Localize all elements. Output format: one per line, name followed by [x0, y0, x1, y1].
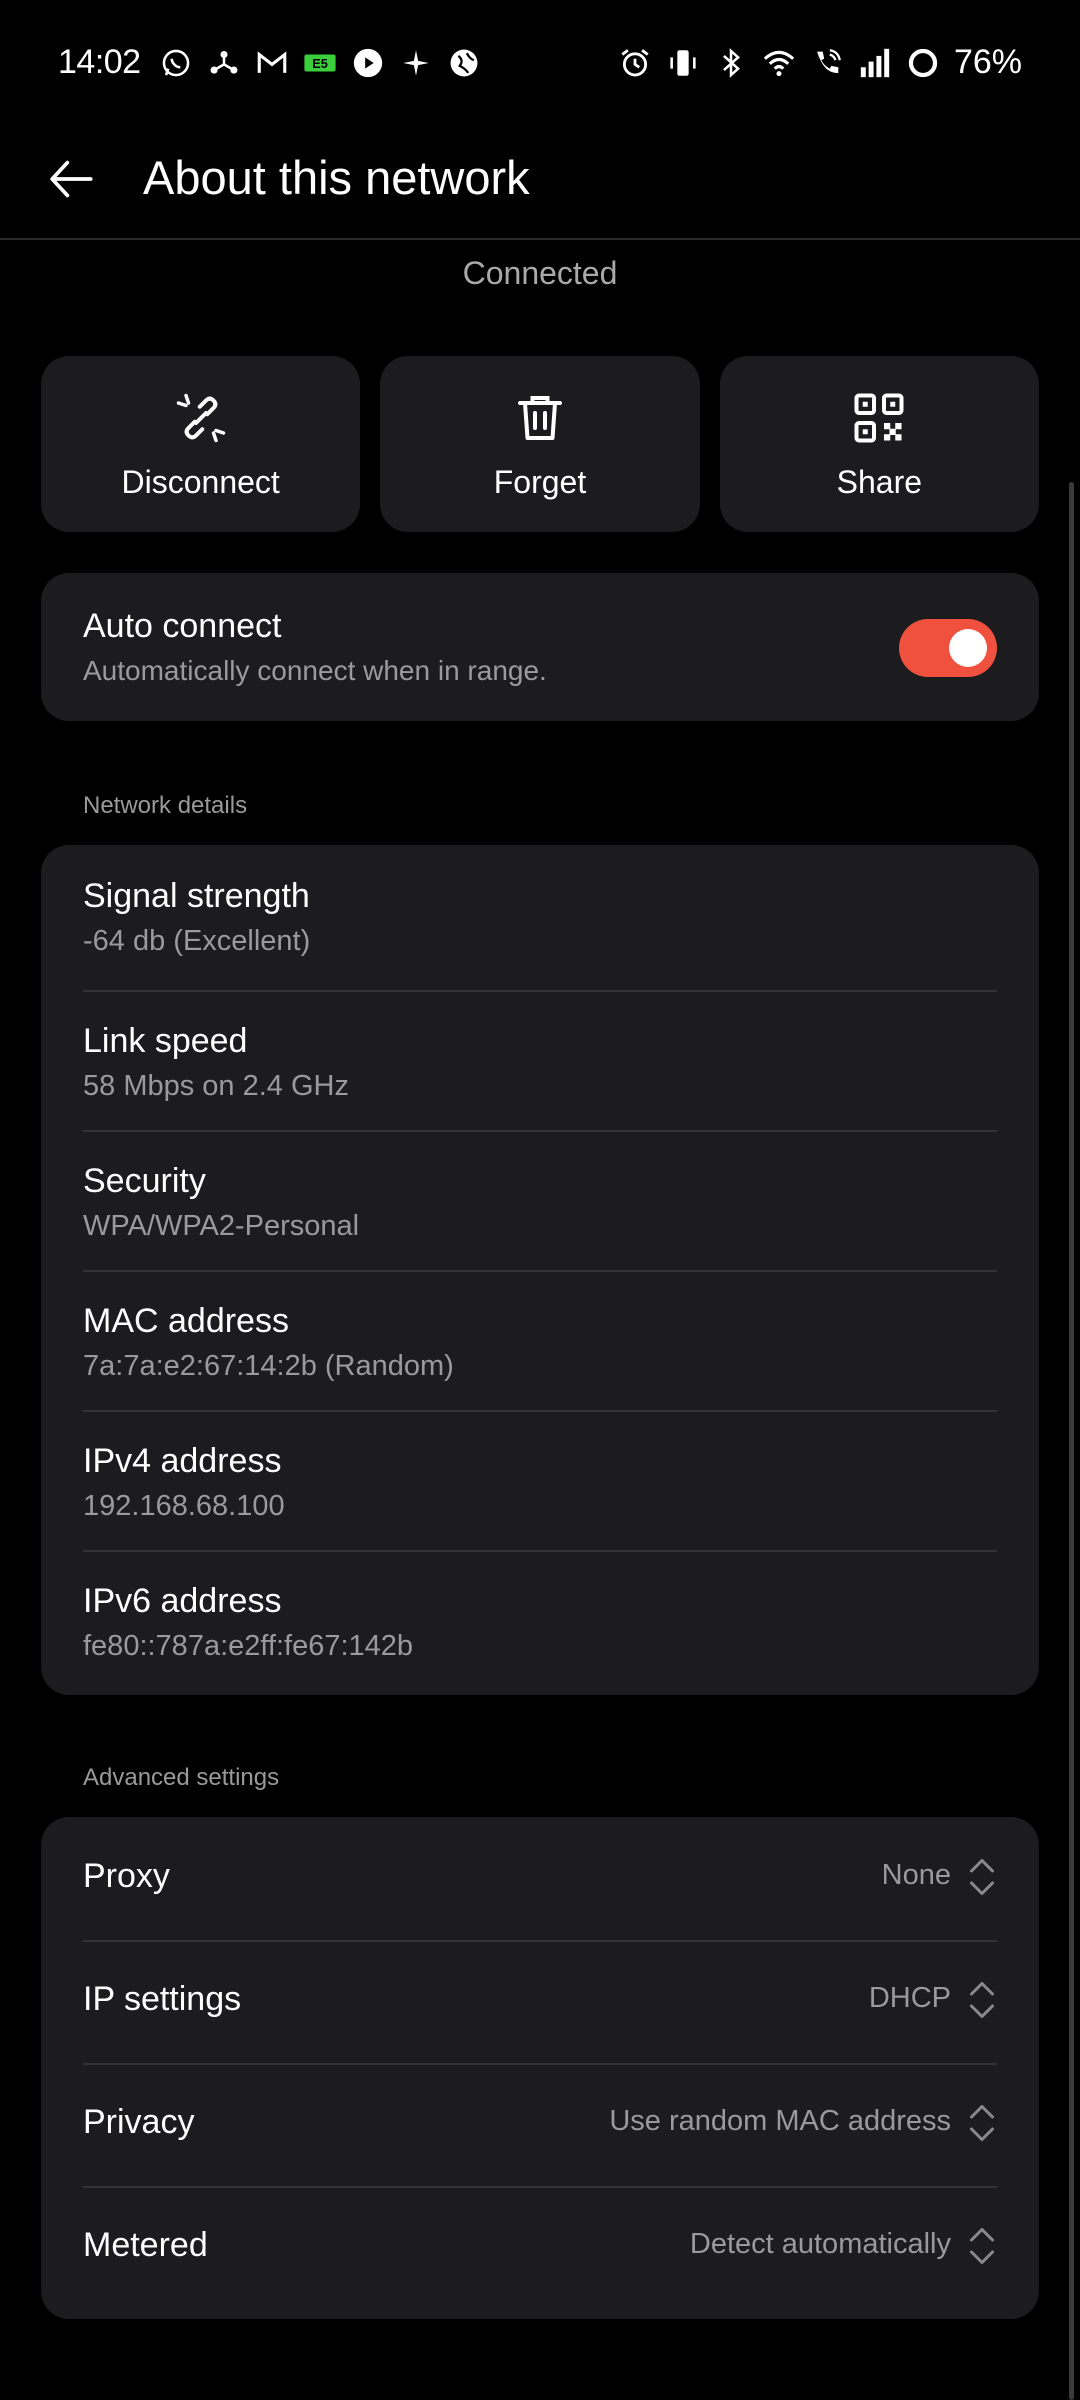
qr-code-icon: [854, 393, 904, 442]
detail-title: Link speed: [83, 1022, 248, 1060]
network-details-heading: Network details: [83, 792, 248, 819]
chevron-up-down-icon: [970, 2105, 994, 2141]
detail-row-ipv4-address: IPv4 address 192.168.68.100: [83, 1410, 997, 1550]
setting-row-proxy[interactable]: Proxy None: [83, 1817, 997, 1940]
detail-row-link-speed: Link speed 58 Mbps on 2.4 GHz: [83, 990, 997, 1130]
row-divider: [83, 2063, 997, 2065]
app-bar: About this network: [0, 125, 1080, 240]
bluetooth-icon: [714, 46, 748, 80]
scrollbar[interactable]: [1069, 482, 1074, 2400]
signal-icon: [858, 46, 892, 80]
svg-text:E5: E5: [312, 55, 328, 70]
advanced-settings-heading: Advanced settings: [83, 1764, 280, 1791]
row-divider: [83, 1410, 997, 1412]
back-button[interactable]: [40, 147, 104, 211]
detail-title: Security: [83, 1162, 206, 1200]
row-divider: [83, 1270, 997, 1272]
setting-value: Use random MAC address: [609, 2105, 951, 2137]
network-details-card: Signal strength -64 db (Excellent) Link …: [41, 845, 1039, 1695]
detail-row-security: Security WPA/WPA2-Personal: [83, 1130, 997, 1270]
detail-value: fe80::787a:e2ff:fe67:142b: [83, 1630, 414, 1662]
detail-title: IPv4 address: [83, 1442, 282, 1480]
arrow-left-icon: [50, 160, 93, 198]
connection-status: Connected: [462, 255, 618, 291]
setting-row-metered[interactable]: Metered Detect automatically: [83, 2186, 997, 2309]
auto-connect-toggle[interactable]: [899, 619, 997, 677]
wifi-icon: [762, 46, 796, 80]
detail-value: -64 db (Excellent): [83, 925, 311, 957]
detail-value: 58 Mbps on 2.4 GHz: [83, 1070, 349, 1102]
system-icons: 76%: [618, 43, 1022, 82]
sim-badge-icon: E5: [303, 46, 337, 80]
alarm-icon: [618, 46, 652, 80]
battery-percentage: 76%: [953, 43, 1022, 81]
chevron-up-down-icon: [970, 2228, 994, 2264]
battery-ring-icon: [906, 46, 940, 80]
setting-value: Detect automatically: [689, 2228, 951, 2260]
detail-value: 7a:7a:e2:67:14:2b (Random): [83, 1350, 454, 1382]
globe-icon: [447, 46, 481, 80]
detail-row-signal-strength: Signal strength -64 db (Excellent): [83, 845, 997, 985]
row-divider: [83, 1940, 997, 1942]
row-divider: [83, 1130, 997, 1132]
play-icon: [351, 46, 385, 80]
sparkle-icon: [399, 46, 433, 80]
disconnect-button[interactable]: Disconnect: [41, 356, 361, 532]
detail-title: Signal strength: [83, 877, 310, 915]
setting-row-ip-settings[interactable]: IP settings DHCP: [83, 1940, 997, 2063]
auto-connect-title: Auto connect: [83, 607, 282, 645]
setting-title: Proxy: [83, 1857, 170, 1895]
notification-icons: E5: [159, 46, 481, 80]
detail-value: 192.168.68.100: [83, 1490, 285, 1522]
row-divider: [83, 1550, 997, 1552]
status-bar: 14:02 E5 76%: [0, 0, 1080, 125]
status-time: 14:02: [58, 43, 141, 81]
detail-row-ipv6-address: IPv6 address fe80::787a:e2ff:fe67:142b: [83, 1550, 997, 1690]
detail-row-mac-address: MAC address 7a:7a:e2:67:14:2b (Random): [83, 1270, 997, 1410]
action-buttons: Disconnect Forget Share: [41, 356, 1039, 532]
whatsapp-icon: [159, 46, 193, 80]
advanced-settings-card: Proxy None IP settings DHCP Privacy Use …: [41, 1817, 1039, 2319]
chevron-up-down-icon: [970, 1859, 994, 1895]
share-button[interactable]: Share: [719, 356, 1039, 532]
about-network-screen: 14:02 E5 76% About this network Connecte…: [0, 0, 1080, 2400]
share-label: Share: [836, 463, 923, 500]
chevron-up-down-icon: [970, 1982, 994, 2018]
row-divider: [83, 990, 997, 992]
detail-value: WPA/WPA2-Personal: [83, 1210, 360, 1242]
trash-icon: [517, 395, 562, 440]
setting-value: None: [881, 1859, 951, 1891]
wifi-calling-icon: [810, 46, 844, 80]
forget-button[interactable]: Forget: [380, 356, 700, 532]
network-share-icon: [207, 46, 241, 80]
forget-label: Forget: [493, 463, 587, 500]
setting-title: IP settings: [83, 1980, 242, 2018]
auto-connect-subtitle: Automatically connect when in range.: [83, 655, 547, 686]
detail-title: MAC address: [83, 1302, 289, 1340]
detail-title: IPv6 address: [83, 1582, 282, 1620]
setting-title: Privacy: [83, 2103, 195, 2141]
toggle-knob: [949, 629, 987, 667]
gmail-icon: [255, 46, 289, 80]
setting-title: Metered: [83, 2226, 208, 2264]
setting-value: DHCP: [868, 1982, 951, 2014]
page-title: About this network: [143, 151, 530, 204]
auto-connect-card[interactable]: Auto connect Automatically connect when …: [41, 573, 1039, 721]
vibrate-icon: [666, 46, 700, 80]
disconnect-label: Disconnect: [121, 463, 280, 500]
row-divider: [83, 2186, 997, 2188]
unlink-icon: [176, 393, 225, 442]
setting-row-privacy[interactable]: Privacy Use random MAC address: [83, 2063, 997, 2186]
